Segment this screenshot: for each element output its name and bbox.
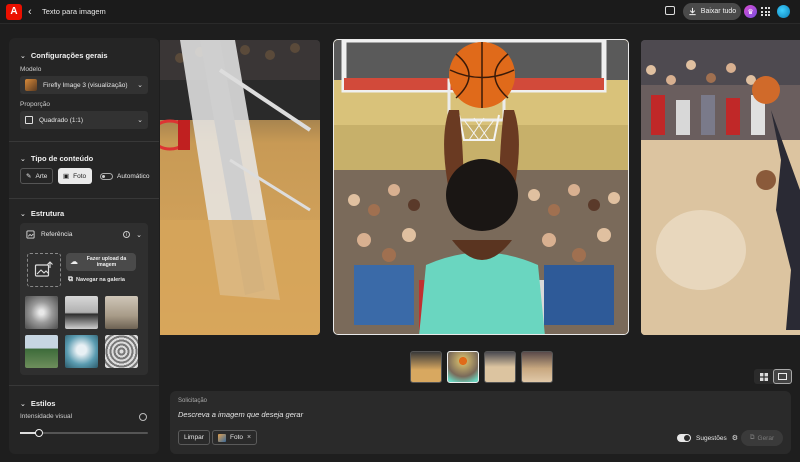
model-value: Firefly Image 3 (visualização) — [43, 81, 128, 89]
chip-label: Foto — [230, 434, 244, 441]
thumbnail-image[interactable] — [410, 351, 442, 383]
image-upload-icon — [34, 261, 53, 277]
close-icon[interactable]: × — [247, 434, 251, 441]
auto-label: Automático — [117, 172, 150, 180]
generated-image-next[interactable] — [641, 40, 800, 335]
section-heading: Estrutura — [30, 209, 65, 218]
square-icon — [25, 116, 33, 124]
prompt-title: Solicitação — [178, 398, 208, 404]
page-title: Texto para imagem — [42, 7, 106, 16]
section-heading: Estilos — [30, 399, 56, 408]
thumbnail-image-selected[interactable] — [447, 351, 479, 383]
reference-thumbnail[interactable] — [25, 335, 58, 368]
thumbnail-image[interactable] — [521, 351, 553, 383]
adobe-logo-icon[interactable]: A — [6, 4, 22, 20]
download-all-label: Baixar tudo — [700, 8, 737, 15]
content-type-chip[interactable]: Foto × — [212, 430, 258, 445]
chat-icon[interactable] — [665, 6, 675, 15]
back-chevron-icon[interactable]: ‹ — [28, 5, 32, 19]
avatar[interactable] — [777, 5, 790, 18]
content-type-photo-button[interactable]: ▣ Foto — [58, 168, 92, 184]
chevron-down-icon: ⌄ — [137, 82, 143, 89]
photo-label: Foto — [73, 172, 87, 180]
suggestions-label: Sugestões — [696, 434, 727, 442]
reference-header[interactable]: Referência i ⌄ — [26, 230, 142, 239]
chevron-down-icon: ⌄ — [20, 52, 26, 60]
generate-icon: ⧉ — [749, 434, 755, 441]
info-icon[interactable] — [139, 413, 147, 421]
grid-view-icon[interactable] — [754, 369, 773, 384]
intensity-label: Intensidade visual — [20, 413, 73, 420]
divider — [9, 385, 159, 386]
prompt-input[interactable]: Descreva a imagem que deseja gerar — [178, 410, 303, 419]
download-icon — [689, 7, 696, 16]
ratio-value: Quadrado (1:1) — [39, 116, 84, 124]
content-type-art-button[interactable]: ✎ Arte — [20, 168, 53, 184]
chevron-down-icon[interactable]: ⌄ — [136, 231, 142, 239]
single-view-icon[interactable] — [773, 369, 792, 384]
clear-label: Limpar — [184, 434, 204, 441]
art-label: Arte — [35, 172, 48, 180]
chevron-down-icon: ⌄ — [137, 117, 143, 124]
chevron-down-icon: ⌄ — [20, 400, 26, 408]
image-drop-area[interactable] — [27, 253, 61, 287]
model-label: Modelo — [20, 66, 42, 73]
section-styles[interactable]: ⌄ Estilos — [20, 399, 55, 408]
browse-gallery-button[interactable]: ⧉ Navegar na galeria — [68, 276, 125, 284]
ratio-label: Proporção — [20, 101, 50, 108]
photo-chip-icon — [218, 433, 226, 442]
reference-thumbnail[interactable] — [105, 335, 138, 368]
chevron-down-icon: ⌄ — [20, 210, 26, 218]
divider — [9, 141, 159, 142]
suggestions-settings-icon[interactable]: ⚙ — [732, 434, 738, 442]
upload-label: Fazer upload da imagem — [86, 256, 127, 268]
generate-label: Gerar — [757, 434, 775, 442]
model-thumbnail — [25, 79, 37, 91]
generated-image-selected[interactable] — [333, 39, 629, 335]
auto-toggle[interactable]: Automático — [95, 168, 155, 184]
thumbnail-image[interactable] — [484, 351, 516, 383]
section-heading: Tipo de conteúdo — [30, 154, 94, 163]
section-content-type[interactable]: ⌄ Tipo de conteúdo — [20, 154, 93, 163]
model-select[interactable]: Firefly Image 3 (visualização) ⌄ — [20, 76, 148, 94]
camera-icon: ▣ — [63, 173, 70, 180]
reference-thumbnail[interactable] — [65, 335, 98, 368]
reference-thumbnail[interactable] — [25, 296, 58, 329]
chevron-down-icon: ⌄ — [20, 155, 26, 163]
divider — [9, 198, 159, 199]
reference-thumbnail[interactable] — [105, 296, 138, 329]
reference-label: Referência — [41, 231, 73, 238]
reference-gallery — [25, 296, 138, 368]
gallery-label: Navegar na galeria — [76, 277, 125, 283]
apps-grid-icon[interactable] — [761, 7, 770, 16]
prompt-panel: Solicitação Descreva a imagem que deseja… — [170, 391, 791, 454]
view-mode-toggle — [754, 369, 792, 384]
suggestions-toggle[interactable]: Sugestões ⚙ — [677, 434, 738, 442]
reference-panel: Referência i ⌄ ☁ Fazer upload da imagem … — [20, 223, 148, 375]
generate-button[interactable]: ⧉ Gerar — [741, 430, 783, 446]
top-bar: A ‹ Texto para imagem Baixar tudo ♛ — [0, 0, 800, 24]
aspect-ratio-select[interactable]: Quadrado (1:1) ⌄ — [20, 111, 148, 129]
download-all-button[interactable]: Baixar tudo — [683, 3, 741, 20]
section-general-settings[interactable]: ⌄ Configurações gerais — [20, 51, 108, 60]
cloud-upload-icon: ☁ — [70, 257, 78, 266]
toggle-switch[interactable] — [100, 172, 113, 180]
gallery-icon: ⧉ — [68, 276, 73, 283]
clear-button[interactable]: Limpar — [178, 430, 210, 445]
section-structure[interactable]: ⌄ Estrutura — [20, 209, 64, 218]
generated-image-previous[interactable] — [160, 40, 320, 335]
section-heading: Configurações gerais — [30, 51, 108, 60]
info-icon[interactable]: i — [123, 231, 131, 238]
intensity-slider-handle[interactable] — [35, 429, 43, 437]
premium-crown-icon[interactable]: ♛ — [744, 5, 757, 18]
art-icon: ✎ — [26, 173, 32, 180]
image-thumbnail-strip — [410, 351, 553, 383]
settings-sidebar: ⌄ Configurações gerais Modelo Firefly Im… — [9, 38, 159, 454]
reference-icon — [26, 230, 35, 239]
upload-image-button[interactable]: ☁ Fazer upload da imagem — [66, 253, 136, 271]
reference-thumbnail[interactable] — [65, 296, 98, 329]
toggle-switch[interactable] — [677, 434, 691, 442]
